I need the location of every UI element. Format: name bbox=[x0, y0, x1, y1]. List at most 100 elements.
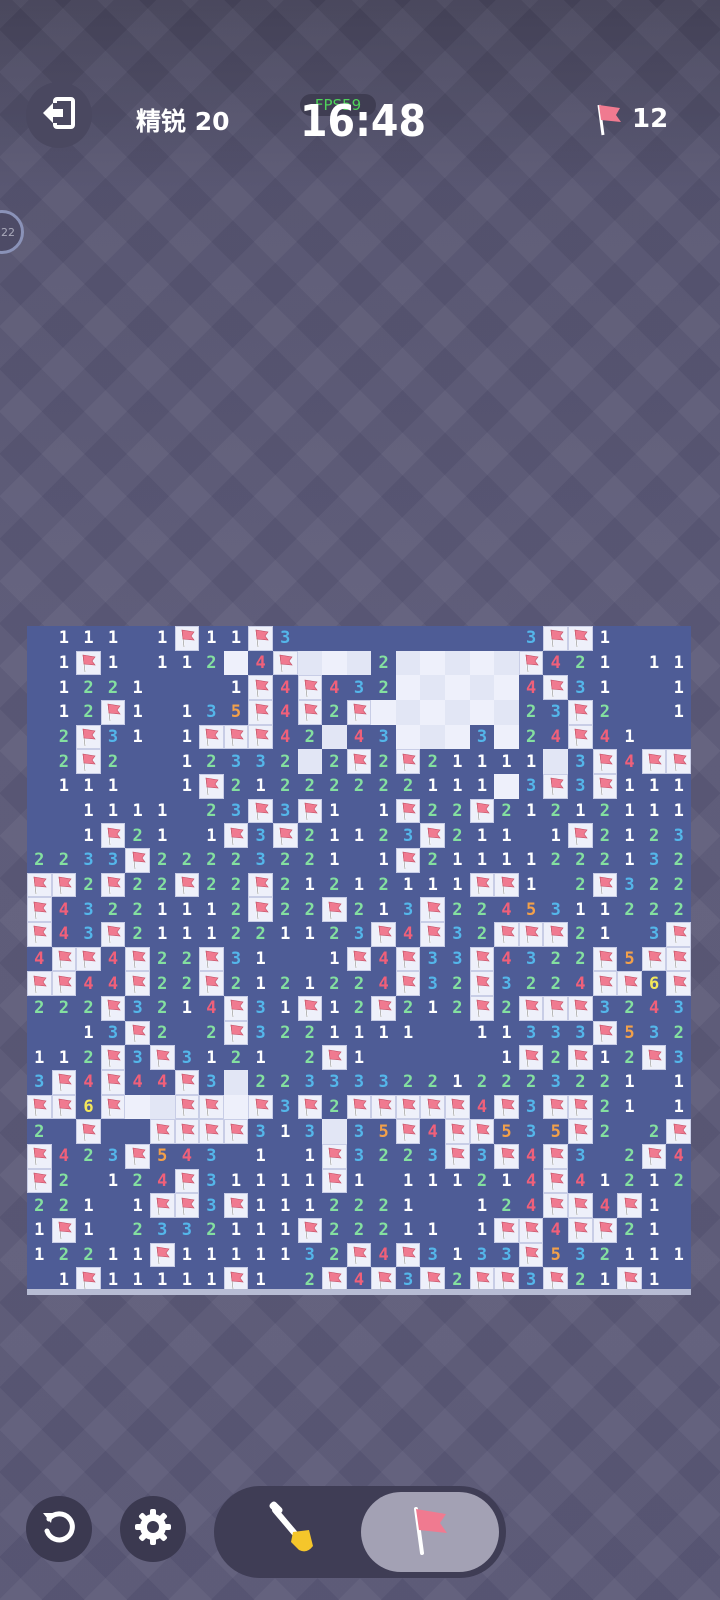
number-cell[interactable]: 2 bbox=[52, 1169, 77, 1194]
number-cell[interactable]: 2 bbox=[125, 1169, 150, 1194]
number-cell[interactable]: 1 bbox=[396, 1021, 421, 1046]
number-cell[interactable]: 2 bbox=[593, 1070, 618, 1095]
number-cell[interactable]: 2 bbox=[593, 700, 618, 725]
number-cell[interactable]: 1 bbox=[470, 749, 495, 774]
number-cell[interactable]: 3 bbox=[199, 700, 224, 725]
number-cell[interactable]: 3 bbox=[76, 897, 101, 922]
revealed-empty-cell[interactable] bbox=[125, 1094, 150, 1120]
side-badge[interactable]: 22 bbox=[0, 210, 24, 254]
flagged-cell[interactable] bbox=[248, 872, 273, 898]
flagged-cell[interactable] bbox=[469, 798, 495, 824]
number-cell[interactable]: 2 bbox=[273, 1021, 298, 1046]
flagged-cell[interactable] bbox=[248, 626, 273, 651]
number-cell[interactable]: 3 bbox=[666, 823, 691, 848]
number-cell[interactable]: 2 bbox=[445, 897, 470, 922]
number-cell[interactable]: 2 bbox=[224, 922, 249, 947]
flagged-cell[interactable] bbox=[51, 872, 77, 898]
number-cell[interactable]: 2 bbox=[273, 897, 298, 922]
number-cell[interactable]: 3 bbox=[27, 1070, 52, 1095]
number-cell[interactable]: 2 bbox=[76, 1243, 101, 1268]
flagged-cell[interactable] bbox=[223, 1020, 249, 1046]
flagged-cell[interactable] bbox=[469, 996, 495, 1021]
flagged-cell[interactable] bbox=[445, 1094, 470, 1120]
hidden-cell[interactable] bbox=[76, 1169, 101, 1194]
number-cell[interactable]: 1 bbox=[593, 1045, 618, 1070]
number-cell[interactable]: 1 bbox=[298, 1193, 323, 1218]
number-cell[interactable]: 1 bbox=[519, 799, 544, 824]
hidden-cell[interactable] bbox=[617, 922, 642, 947]
number-cell[interactable]: 1 bbox=[248, 1243, 273, 1268]
number-cell[interactable]: 1 bbox=[322, 947, 347, 972]
number-cell[interactable]: 3 bbox=[519, 1021, 544, 1046]
revealed-empty-cell[interactable] bbox=[149, 1094, 175, 1120]
flagged-cell[interactable] bbox=[518, 1045, 544, 1070]
hidden-cell[interactable] bbox=[199, 675, 224, 700]
revealed-empty-cell[interactable] bbox=[420, 650, 446, 676]
flagged-cell[interactable] bbox=[568, 1218, 593, 1243]
number-cell[interactable]: 1 bbox=[396, 1193, 421, 1218]
flagged-cell[interactable] bbox=[568, 1094, 593, 1120]
flagged-cell[interactable] bbox=[199, 774, 224, 799]
number-cell[interactable]: 1 bbox=[125, 799, 150, 824]
number-cell[interactable]: 3 bbox=[248, 996, 273, 1021]
flag-tool-button[interactable] bbox=[361, 1492, 499, 1572]
number-cell[interactable]: 3 bbox=[248, 1021, 273, 1046]
number-cell[interactable]: 1 bbox=[298, 971, 323, 996]
flagged-cell[interactable] bbox=[27, 897, 52, 922]
hidden-cell[interactable] bbox=[642, 626, 667, 651]
flagged-cell[interactable] bbox=[248, 675, 273, 700]
number-cell[interactable]: 2 bbox=[568, 873, 593, 898]
number-cell[interactable]: 2 bbox=[543, 848, 568, 873]
number-cell[interactable]: 2 bbox=[347, 971, 372, 996]
number-cell[interactable]: 3 bbox=[298, 1119, 323, 1144]
flagged-cell[interactable] bbox=[223, 823, 249, 848]
revealed-empty-cell[interactable] bbox=[223, 1094, 249, 1120]
flagged-cell[interactable] bbox=[100, 922, 126, 947]
number-cell[interactable]: 1 bbox=[52, 700, 77, 725]
number-cell[interactable]: 1 bbox=[248, 947, 273, 972]
number-cell[interactable]: 1 bbox=[470, 1218, 495, 1243]
flagged-cell[interactable] bbox=[494, 1094, 519, 1120]
flagged-cell[interactable] bbox=[469, 872, 495, 898]
number-cell[interactable]: 1 bbox=[445, 1169, 470, 1194]
number-cell[interactable]: 2 bbox=[347, 1218, 372, 1243]
flagged-cell[interactable] bbox=[174, 1168, 200, 1194]
number-cell[interactable]: 3 bbox=[347, 675, 372, 700]
flagged-cell[interactable] bbox=[666, 922, 691, 947]
number-cell[interactable]: 1 bbox=[322, 1021, 347, 1046]
number-cell[interactable]: 1 bbox=[52, 626, 77, 651]
flagged-cell[interactable] bbox=[297, 996, 323, 1021]
number-cell[interactable]: 1 bbox=[322, 848, 347, 873]
hidden-cell[interactable] bbox=[150, 774, 175, 799]
number-cell[interactable]: 3 bbox=[347, 922, 372, 947]
flagged-cell[interactable] bbox=[395, 971, 421, 996]
hidden-cell[interactable] bbox=[224, 1144, 249, 1169]
number-cell[interactable]: 2 bbox=[593, 848, 618, 873]
number-cell[interactable]: 1 bbox=[248, 1144, 273, 1169]
number-cell[interactable]: 1 bbox=[298, 873, 323, 898]
number-cell[interactable]: 1 bbox=[519, 749, 544, 774]
flagged-cell[interactable] bbox=[346, 1242, 372, 1268]
flagged-cell[interactable] bbox=[641, 749, 667, 774]
flagged-cell[interactable] bbox=[666, 749, 691, 774]
number-cell[interactable]: 1 bbox=[273, 922, 298, 947]
number-cell[interactable]: 2 bbox=[150, 873, 175, 898]
number-cell[interactable]: 2 bbox=[568, 651, 593, 676]
flagged-cell[interactable] bbox=[51, 1094, 77, 1120]
number-cell[interactable]: 5 bbox=[543, 1119, 568, 1144]
number-cell[interactable]: 2 bbox=[199, 749, 224, 774]
number-cell[interactable]: 2 bbox=[371, 1193, 396, 1218]
hidden-cell[interactable] bbox=[101, 1119, 126, 1144]
hidden-cell[interactable] bbox=[371, 626, 396, 651]
number-cell[interactable]: 2 bbox=[322, 1193, 347, 1218]
hidden-cell[interactable] bbox=[420, 1045, 445, 1070]
hidden-cell[interactable] bbox=[101, 1193, 126, 1218]
hidden-cell[interactable] bbox=[125, 651, 150, 676]
number-cell[interactable]: 2 bbox=[273, 848, 298, 873]
number-cell[interactable]: 4 bbox=[52, 922, 77, 947]
number-cell[interactable]: 1 bbox=[445, 774, 470, 799]
number-cell[interactable]: 2 bbox=[27, 1193, 52, 1218]
revealed-empty-cell[interactable] bbox=[469, 650, 495, 676]
hidden-cell[interactable] bbox=[470, 626, 495, 651]
number-cell[interactable]: 3 bbox=[543, 700, 568, 725]
